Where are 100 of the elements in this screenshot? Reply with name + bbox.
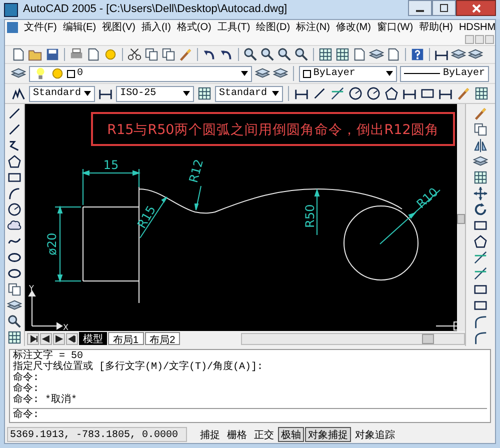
menu-item[interactable]: 文件(F)	[24, 20, 57, 36]
line-sample	[404, 73, 440, 74]
copy-icon[interactable]	[144, 47, 159, 62]
menu-item[interactable]: 工具(T)	[217, 20, 250, 36]
text-style-dropdown[interactable]: Standard	[29, 86, 96, 102]
circle-icon[interactable]	[348, 86, 363, 102]
plot-style-dropdown[interactable]: Standard	[214, 86, 284, 102]
status-toggle[interactable]: 对象追踪	[352, 426, 398, 442]
leader-line	[314, 190, 320, 236]
close-button[interactable]	[456, 0, 496, 16]
dropdown-arrow-icon	[241, 71, 248, 76]
trim-icon[interactable]	[473, 250, 488, 266]
scroll-thumb[interactable]	[422, 334, 434, 344]
move-icon[interactable]	[473, 186, 488, 202]
layout-tab[interactable]: 布局1	[108, 332, 144, 346]
magnifier-icon[interactable]	[294, 47, 309, 62]
pentagon-icon[interactable]	[7, 154, 22, 170]
close-icon	[472, 4, 480, 12]
menu-item[interactable]: 格式(O)	[176, 20, 212, 36]
menu-item[interactable]: 绘图(D)	[256, 20, 290, 36]
axis-label: X	[63, 323, 68, 332]
brush-icon[interactable]	[178, 47, 193, 62]
page-icon[interactable]	[386, 47, 401, 62]
brush-icon[interactable]	[473, 106, 488, 122]
command-line: 命令:	[13, 384, 40, 396]
magnifier-icon[interactable]	[260, 47, 275, 62]
status-toggle[interactable]: 对象捕捉	[305, 426, 351, 442]
dimension-style-dropdown[interactable]: ISO-25	[116, 86, 194, 102]
circle-icon[interactable]	[7, 202, 22, 218]
tab-nav-button[interactable]	[40, 332, 52, 345]
note-text: R15与R50两个圆弧之间用倒圆角命令，倒出R12圆角	[107, 122, 439, 138]
command-prompt[interactable]: 命令:	[13, 410, 487, 422]
line-icon[interactable]	[7, 106, 22, 122]
layout-tab[interactable]: 模型	[79, 332, 107, 346]
sun-icon	[50, 66, 65, 82]
document-icon	[7, 22, 18, 34]
mirror-icon[interactable]	[473, 138, 488, 154]
color-dropdown[interactable]: ByLayer	[299, 66, 397, 82]
grid-icon[interactable]	[474, 86, 489, 102]
menu-item[interactable]: 插入(I)	[141, 20, 171, 36]
page-icon[interactable]	[11, 47, 26, 62]
fillet-icon[interactable]	[473, 314, 488, 330]
coordinate-readout: 5369.1913, -783.1805, 0.0000	[7, 426, 187, 442]
grid-icon[interactable]	[196, 86, 212, 102]
trim-icon[interactable]	[330, 86, 345, 102]
dimension-text: R10	[414, 185, 441, 212]
circle-icon[interactable]	[366, 86, 381, 102]
linetype-dropdown[interactable]: ByLayer	[400, 66, 490, 82]
vertical-scrollbar[interactable]	[457, 104, 465, 332]
grid-icon[interactable]	[318, 47, 333, 62]
layout-tab[interactable]: 布局2	[144, 332, 180, 346]
copy-icon[interactable]	[473, 122, 488, 138]
pentagon-icon[interactable]	[473, 234, 488, 250]
rotate-icon[interactable]	[473, 202, 488, 218]
tab-nav-button[interactable]	[53, 332, 65, 345]
maximize-button[interactable]	[432, 0, 456, 16]
menu-item[interactable]: 帮助(H)	[419, 20, 453, 36]
arc-icon[interactable]	[7, 186, 22, 202]
horizontal-scrollbar[interactable]	[241, 332, 465, 345]
page-icon[interactable]	[352, 47, 367, 62]
command-line: 命令: *取消*	[13, 395, 78, 406]
scissors-icon[interactable]	[127, 47, 142, 62]
trim-icon[interactable]	[473, 266, 488, 282]
menu-item[interactable]: 编辑(E)	[62, 20, 96, 36]
dropdown-arrow-icon	[84, 91, 92, 96]
magnifier-icon[interactable]	[7, 314, 22, 330]
menu-item[interactable]: 修改(M)	[336, 20, 371, 36]
leader-line	[194, 186, 202, 211]
dimension-text: R50	[303, 204, 317, 228]
magnifier-icon[interactable]	[243, 47, 258, 62]
axis-label: Y	[29, 284, 34, 294]
dimension-text: R12	[186, 158, 206, 185]
menu-item[interactable]: 标注(N)	[296, 20, 330, 36]
status-toggle[interactable]: 栅格	[224, 426, 250, 442]
menu-item[interactable]: HDSHM	[458, 20, 496, 36]
copy-icon[interactable]	[161, 47, 176, 62]
dropdown-arrow-icon	[386, 71, 393, 76]
menu-item[interactable]: 窗口(W)	[376, 20, 414, 36]
copy-icon[interactable]	[7, 282, 22, 298]
scroll-thumb[interactable]	[457, 214, 465, 224]
help-icon[interactable]	[410, 47, 425, 62]
line-icon[interactable]	[7, 122, 22, 138]
minimize-button[interactable]	[408, 0, 432, 16]
command-line: 指定尺寸线位置或 [多行文字(M)/文字(T)/角度(A)]:	[13, 362, 264, 374]
grid-icon[interactable]	[473, 170, 488, 186]
menu-item[interactable]: 视图(V)	[102, 20, 136, 36]
magnifier-icon[interactable]	[277, 47, 292, 62]
layer-dropdown[interactable]: 0	[29, 66, 252, 82]
fillet-icon[interactable]	[473, 330, 488, 346]
pentagon-icon[interactable]	[384, 86, 399, 102]
color-swatch	[67, 70, 75, 78]
status-toggle[interactable]: 极轴	[278, 426, 304, 442]
grid-icon[interactable]	[335, 47, 350, 62]
tab-nav-button[interactable]	[27, 332, 39, 345]
grid-icon[interactable]	[7, 330, 22, 346]
line-icon[interactable]	[312, 86, 327, 102]
app-icon	[4, 2, 18, 17]
brush-icon[interactable]	[456, 86, 471, 102]
page-icon[interactable]	[86, 47, 101, 62]
tab-nav-button[interactable]	[66, 332, 78, 345]
